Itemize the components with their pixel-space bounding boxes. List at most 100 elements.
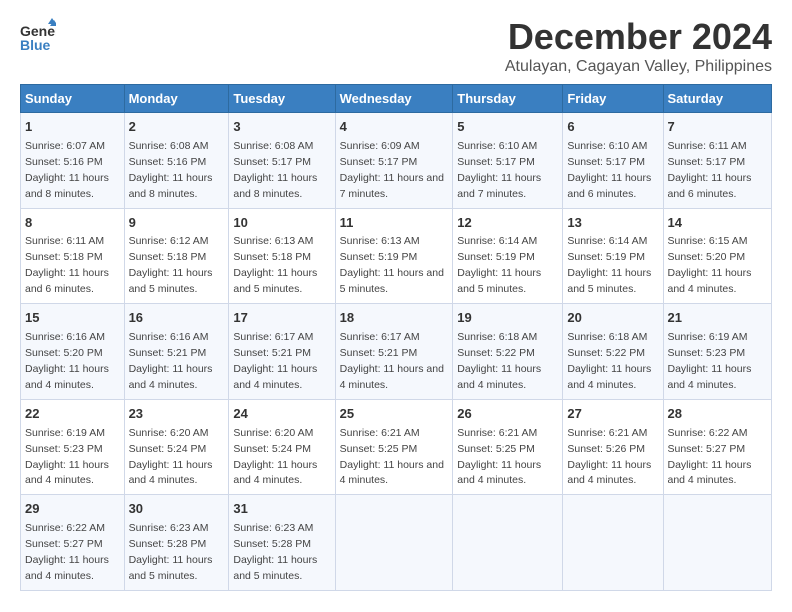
day-number: 3 [233, 118, 330, 137]
calendar-cell [663, 495, 772, 591]
page-header: General Blue December 2024 Atulayan, Cag… [20, 16, 772, 76]
cell-info: Sunrise: 6:18 AMSunset: 5:22 PMDaylight:… [567, 331, 651, 391]
cell-info: Sunrise: 6:21 AMSunset: 5:25 PMDaylight:… [340, 427, 444, 487]
calendar-cell: 13 Sunrise: 6:14 AMSunset: 5:19 PMDayligh… [563, 208, 663, 304]
cell-info: Sunrise: 6:17 AMSunset: 5:21 PMDaylight:… [340, 331, 444, 391]
day-number: 16 [129, 309, 225, 328]
day-number: 23 [129, 405, 225, 424]
calendar-cell [563, 495, 663, 591]
header-friday: Friday [563, 85, 663, 113]
cell-info: Sunrise: 6:20 AMSunset: 5:24 PMDaylight:… [233, 427, 317, 487]
header-monday: Monday [124, 85, 229, 113]
cell-info: Sunrise: 6:19 AMSunset: 5:23 PMDaylight:… [25, 427, 109, 487]
calendar-cell: 3 Sunrise: 6:08 AMSunset: 5:17 PMDaylight… [229, 113, 335, 209]
day-number: 22 [25, 405, 120, 424]
cell-info: Sunrise: 6:10 AMSunset: 5:17 PMDaylight:… [457, 140, 541, 200]
cell-info: Sunrise: 6:16 AMSunset: 5:21 PMDaylight:… [129, 331, 213, 391]
day-number: 11 [340, 214, 449, 233]
cell-info: Sunrise: 6:11 AMSunset: 5:18 PMDaylight:… [25, 235, 109, 295]
calendar-week-row: 8Sunrise: 6:11 AMSunset: 5:18 PMDaylight… [21, 208, 772, 304]
day-number: 6 [567, 118, 658, 137]
calendar-cell: 2 Sunrise: 6:08 AMSunset: 5:16 PMDaylight… [124, 113, 229, 209]
day-number: 15 [25, 309, 120, 328]
day-number: 7 [668, 118, 768, 137]
day-number: 18 [340, 309, 449, 328]
day-number: 28 [668, 405, 768, 424]
calendar-table: SundayMondayTuesdayWednesdayThursdayFrid… [20, 84, 772, 591]
logo: General Blue [20, 16, 56, 57]
cell-info: Sunrise: 6:14 AMSunset: 5:19 PMDaylight:… [457, 235, 541, 295]
calendar-cell: 9Sunrise: 6:12 AMSunset: 5:18 PMDaylight… [124, 208, 229, 304]
calendar-cell: 30Sunrise: 6:23 AMSunset: 5:28 PMDayligh… [124, 495, 229, 591]
day-number: 29 [25, 500, 120, 519]
calendar-cell: 12Sunrise: 6:14 AMSunset: 5:19 PMDayligh… [453, 208, 563, 304]
calendar-cell: 20 Sunrise: 6:18 AMSunset: 5:22 PMDayligh… [563, 304, 663, 400]
cell-info: Sunrise: 6:22 AMSunset: 5:27 PMDaylight:… [25, 522, 109, 582]
cell-info: Sunrise: 6:11 AMSunset: 5:17 PMDaylight:… [668, 140, 752, 200]
calendar-cell: 19Sunrise: 6:18 AMSunset: 5:22 PMDayligh… [453, 304, 563, 400]
main-title: December 2024 [505, 16, 772, 58]
day-number: 13 [567, 214, 658, 233]
calendar-cell: 26Sunrise: 6:21 AMSunset: 5:25 PMDayligh… [453, 399, 563, 495]
day-number: 2 [129, 118, 225, 137]
calendar-cell [453, 495, 563, 591]
logo-icon: General Blue [20, 16, 56, 57]
calendar-cell: 5 Sunrise: 6:10 AMSunset: 5:17 PMDaylight… [453, 113, 563, 209]
day-number: 24 [233, 405, 330, 424]
calendar-cell: 17Sunrise: 6:17 AMSunset: 5:21 PMDayligh… [229, 304, 335, 400]
cell-info: Sunrise: 6:19 AMSunset: 5:23 PMDaylight:… [668, 331, 752, 391]
day-number: 10 [233, 214, 330, 233]
calendar-cell: 6 Sunrise: 6:10 AMSunset: 5:17 PMDaylight… [563, 113, 663, 209]
header-sunday: Sunday [21, 85, 125, 113]
calendar-cell: 23 Sunrise: 6:20 AMSunset: 5:24 PMDayligh… [124, 399, 229, 495]
calendar-cell: 25Sunrise: 6:21 AMSunset: 5:25 PMDayligh… [335, 399, 453, 495]
day-number: 5 [457, 118, 558, 137]
calendar-cell: 4 Sunrise: 6:09 AMSunset: 5:17 PMDaylight… [335, 113, 453, 209]
cell-info: Sunrise: 6:08 AMSunset: 5:17 PMDaylight:… [233, 140, 317, 200]
calendar-week-row: 29 Sunrise: 6:22 AMSunset: 5:27 PMDayligh… [21, 495, 772, 591]
calendar-cell: 11 Sunrise: 6:13 AMSunset: 5:19 PMDayligh… [335, 208, 453, 304]
header-saturday: Saturday [663, 85, 772, 113]
calendar-cell: 14 Sunrise: 6:15 AMSunset: 5:20 PMDayligh… [663, 208, 772, 304]
cell-info: Sunrise: 6:16 AMSunset: 5:20 PMDaylight:… [25, 331, 109, 391]
cell-info: Sunrise: 6:07 AMSunset: 5:16 PMDaylight:… [25, 140, 109, 200]
day-number: 17 [233, 309, 330, 328]
day-number: 19 [457, 309, 558, 328]
cell-info: Sunrise: 6:15 AMSunset: 5:20 PMDaylight:… [668, 235, 752, 295]
calendar-cell: 7 Sunrise: 6:11 AMSunset: 5:17 PMDaylight… [663, 113, 772, 209]
calendar-cell: 24 Sunrise: 6:20 AMSunset: 5:24 PMDayligh… [229, 399, 335, 495]
cell-info: Sunrise: 6:23 AMSunset: 5:28 PMDaylight:… [233, 522, 317, 582]
cell-info: Sunrise: 6:21 AMSunset: 5:26 PMDaylight:… [567, 427, 651, 487]
header-wednesday: Wednesday [335, 85, 453, 113]
day-number: 30 [129, 500, 225, 519]
cell-info: Sunrise: 6:13 AMSunset: 5:19 PMDaylight:… [340, 235, 444, 295]
cell-info: Sunrise: 6:08 AMSunset: 5:16 PMDaylight:… [129, 140, 213, 200]
cell-info: Sunrise: 6:13 AMSunset: 5:18 PMDaylight:… [233, 235, 317, 295]
header-tuesday: Tuesday [229, 85, 335, 113]
cell-info: Sunrise: 6:20 AMSunset: 5:24 PMDaylight:… [129, 427, 213, 487]
svg-text:Blue: Blue [20, 37, 51, 52]
calendar-week-row: 22 Sunrise: 6:19 AMSunset: 5:23 PMDayligh… [21, 399, 772, 495]
day-number: 14 [668, 214, 768, 233]
calendar-cell: 8Sunrise: 6:11 AMSunset: 5:18 PMDaylight… [21, 208, 125, 304]
day-number: 4 [340, 118, 449, 137]
calendar-cell: 22 Sunrise: 6:19 AMSunset: 5:23 PMDayligh… [21, 399, 125, 495]
cell-info: Sunrise: 6:09 AMSunset: 5:17 PMDaylight:… [340, 140, 444, 200]
day-number: 21 [668, 309, 768, 328]
cell-info: Sunrise: 6:14 AMSunset: 5:19 PMDaylight:… [567, 235, 651, 295]
calendar-week-row: 15 Sunrise: 6:16 AMSunset: 5:20 PMDayligh… [21, 304, 772, 400]
calendar-cell: 21 Sunrise: 6:19 AMSunset: 5:23 PMDayligh… [663, 304, 772, 400]
day-number: 20 [567, 309, 658, 328]
calendar-cell: 16 Sunrise: 6:16 AMSunset: 5:21 PMDayligh… [124, 304, 229, 400]
calendar-cell: 28 Sunrise: 6:22 AMSunset: 5:27 PMDayligh… [663, 399, 772, 495]
calendar-week-row: 1 Sunrise: 6:07 AMSunset: 5:16 PMDaylight… [21, 113, 772, 209]
header-thursday: Thursday [453, 85, 563, 113]
day-number: 1 [25, 118, 120, 137]
calendar-cell: 29 Sunrise: 6:22 AMSunset: 5:27 PMDayligh… [21, 495, 125, 591]
cell-info: Sunrise: 6:10 AMSunset: 5:17 PMDaylight:… [567, 140, 651, 200]
cell-info: Sunrise: 6:21 AMSunset: 5:25 PMDaylight:… [457, 427, 541, 487]
cell-info: Sunrise: 6:22 AMSunset: 5:27 PMDaylight:… [668, 427, 752, 487]
calendar-header-row: SundayMondayTuesdayWednesdayThursdayFrid… [21, 85, 772, 113]
day-number: 27 [567, 405, 658, 424]
calendar-cell: 31Sunrise: 6:23 AMSunset: 5:28 PMDayligh… [229, 495, 335, 591]
